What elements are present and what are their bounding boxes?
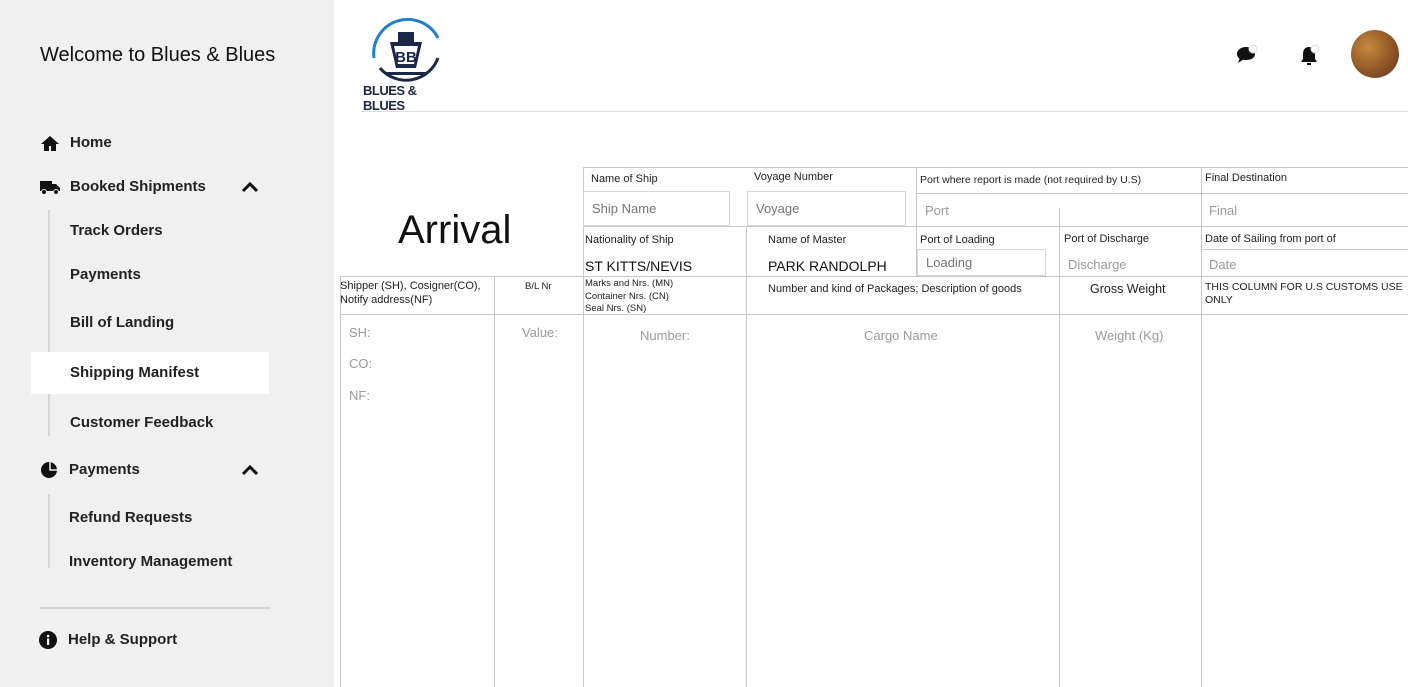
header-divider: [361, 111, 1408, 112]
co-input[interactable]: CO:: [349, 356, 372, 371]
number-input[interactable]: Number:: [640, 328, 690, 343]
container-line: Container Nrs. (CN): [585, 290, 669, 302]
discharge-input[interactable]: Discharge: [1068, 257, 1127, 272]
sidebar-item-label: Booked Shipments: [70, 178, 206, 195]
pie-chart-icon: [41, 462, 58, 478]
sidebar-item-payments-sub[interactable]: Payments: [70, 266, 141, 283]
sidebar-item-track-orders[interactable]: Track Orders: [70, 222, 163, 239]
gross-weight-label: Gross Weight: [1090, 282, 1166, 296]
sidebar-item-label: Payments: [69, 461, 140, 478]
port-of-loading-label: Port of Loading: [920, 234, 995, 246]
port-input[interactable]: Port: [925, 203, 949, 218]
weight-input[interactable]: Weight (Kg): [1095, 328, 1163, 343]
seal-line: Seal Nrs. (SN): [585, 303, 647, 314]
welcome-heading: Welcome to Blues & Blues: [40, 44, 276, 66]
final-destination-label: Final Destination: [1205, 172, 1287, 184]
sidebar-item-bill-of-landing[interactable]: Bill of Landing: [70, 314, 174, 331]
date-input[interactable]: Date: [1209, 257, 1236, 272]
nf-input[interactable]: NF:: [349, 388, 370, 403]
page-title: Arrival: [398, 208, 512, 252]
nationality-label: Nationality of Ship: [585, 234, 674, 246]
name-of-ship-label: Name of Ship: [591, 173, 658, 185]
sidebar-item-label: Home: [70, 134, 112, 151]
voyage-input[interactable]: [747, 191, 906, 226]
port-of-discharge-label: Port of Discharge: [1064, 233, 1149, 245]
date-of-sailing-label: Date of Sailing from port of: [1205, 233, 1336, 245]
svg-text:BB: BB: [395, 49, 417, 66]
sidebar-item-home[interactable]: Home: [41, 134, 112, 151]
bell-icon[interactable]: [1298, 44, 1322, 68]
voyage-number-label: Voyage Number: [754, 171, 833, 183]
loading-input[interactable]: [917, 249, 1046, 276]
sidebar-item-refund-requests[interactable]: Refund Requests: [69, 509, 192, 526]
logo-text: BLUES & BLUES: [363, 83, 417, 113]
packages-label: Number and kind of Packages; Description…: [768, 283, 1022, 295]
sidebar-item-inventory-management[interactable]: Inventory Management: [69, 553, 232, 570]
sidebar-item-label: Help & Support: [68, 631, 178, 648]
chevron-up-icon[interactable]: [240, 462, 260, 478]
sh-input[interactable]: SH:: [349, 325, 371, 340]
marks-label: Marks and Nrs. (MN) Container Nrs. (CN) …: [585, 278, 673, 316]
chevron-up-icon[interactable]: [240, 179, 260, 195]
ship-logo-icon: BB: [372, 17, 440, 82]
sidebar: Welcome to Blues & Blues Home Booked Shi…: [0, 0, 334, 687]
cargo-name-input[interactable]: Cargo Name: [864, 328, 938, 343]
bl-nr-label: B/L Nr: [525, 281, 552, 292]
port-report-label: Port where report is made (not required …: [920, 174, 1142, 186]
sidebar-item-help-support[interactable]: Help & Support: [39, 631, 178, 649]
sidebar-item-payments[interactable]: Payments: [41, 461, 140, 478]
sidebar-item-shipping-manifest[interactable]: Shipping Manifest: [70, 364, 199, 381]
user-avatar[interactable]: [1351, 30, 1399, 78]
marks-line: Marks and Nrs. (MN): [585, 278, 674, 289]
chat-icon[interactable]: [1234, 44, 1258, 66]
logo[interactable]: BB BLUES & BLUES: [360, 12, 452, 113]
submenu-line: [48, 210, 50, 436]
sidebar-divider: [40, 607, 270, 609]
customs-label: THIS COLUMN FOR U.S CUSTOMS USE ONLY: [1205, 281, 1403, 306]
sidebar-item-customer-feedback[interactable]: Customer Feedback: [70, 414, 213, 431]
final-input[interactable]: Final: [1209, 203, 1237, 218]
value-input[interactable]: Value:: [522, 325, 558, 340]
truck-icon: [40, 181, 60, 195]
home-icon: [41, 136, 59, 151]
info-icon: [39, 631, 57, 649]
shipper-label: Shipper (SH), Cosigner(CO), Notify addre…: [340, 280, 481, 306]
master-value: PARK RANDOLPH: [768, 258, 887, 274]
nationality-value: ST KITTS/NEVIS: [585, 258, 693, 274]
submenu-line: [48, 494, 50, 568]
ship-name-input[interactable]: [583, 191, 730, 226]
sidebar-item-booked-shipments[interactable]: Booked Shipments: [40, 178, 206, 195]
master-label: Name of Master: [768, 234, 847, 246]
